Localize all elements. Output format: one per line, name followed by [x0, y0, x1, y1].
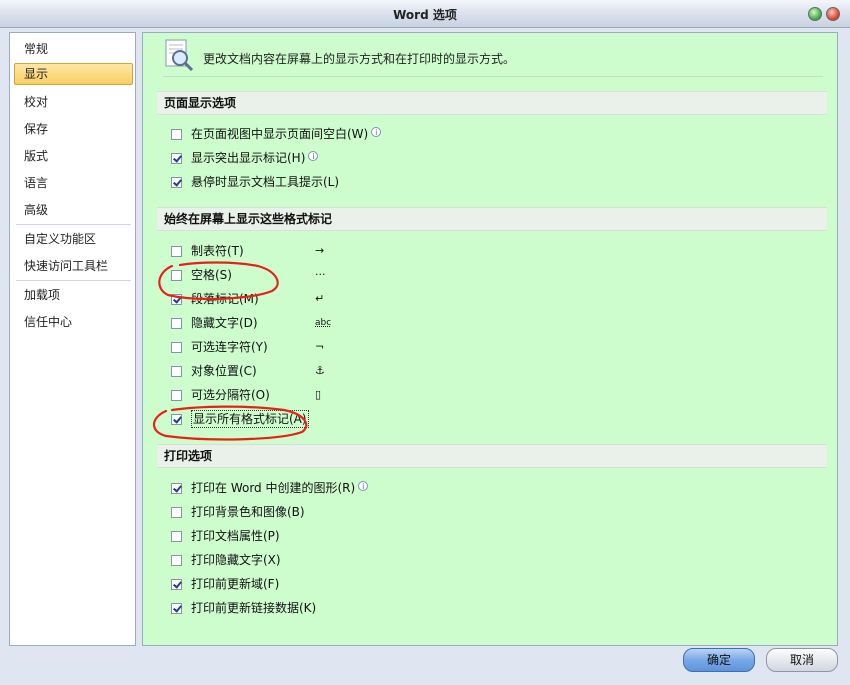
- option-label[interactable]: 空格(S): [191, 266, 232, 284]
- option-label[interactable]: 打印背景色和图像(B): [191, 503, 305, 521]
- option-label[interactable]: 打印文档属性(P): [191, 527, 280, 545]
- header-divider: [163, 76, 823, 77]
- hidden-text-mark-icon: abc: [315, 318, 332, 328]
- checkbox-show-all-marks[interactable]: [171, 414, 182, 425]
- ok-button[interactable]: 确定: [683, 648, 755, 672]
- window-title: Word 选项: [393, 8, 457, 22]
- section-printing: 打印选项: [157, 444, 827, 468]
- option-label[interactable]: 对象位置(C): [191, 362, 257, 380]
- checkbox-document-tooltips[interactable]: [171, 177, 182, 188]
- nav-item-add-ins[interactable]: 加载项: [14, 284, 133, 306]
- checkbox-print-background[interactable]: [171, 507, 182, 518]
- checkbox-print-drawings[interactable]: [171, 483, 182, 494]
- option-label[interactable]: 打印前更新链接数据(K): [191, 599, 316, 617]
- space-mark-icon: ···: [315, 268, 326, 281]
- title-bar: Word 选项: [0, 0, 850, 28]
- nav-item-layout[interactable]: 版式: [14, 145, 133, 167]
- option-label: 显示突出显示标记(H): [191, 151, 306, 165]
- optional-break-icon: ▯: [315, 388, 322, 401]
- cancel-button[interactable]: 取消: [766, 648, 838, 672]
- nav-item-customize-ribbon[interactable]: 自定义功能区: [14, 228, 133, 250]
- nav-item-quick-access-toolbar[interactable]: 快速访问工具栏: [14, 255, 133, 277]
- section-formatting-marks: 始终在屏幕上显示这些格式标记: [157, 207, 827, 231]
- help-button[interactable]: [808, 7, 822, 21]
- nav-item-trust-center[interactable]: 信任中心: [14, 311, 133, 333]
- checkbox-show-whitespace[interactable]: [171, 129, 182, 140]
- checkbox-tab-characters[interactable]: [171, 246, 182, 257]
- nav-item-language[interactable]: 语言: [14, 172, 133, 194]
- option-label[interactable]: 制表符(T): [191, 242, 244, 260]
- checkbox-update-linked-data[interactable]: [171, 603, 182, 614]
- section-page-display: 页面显示选项: [157, 91, 827, 115]
- option-label[interactable]: 悬停时显示文档工具提示(L): [191, 173, 339, 191]
- nav-item-advanced[interactable]: 高级: [14, 199, 133, 221]
- option-label[interactable]: 隐藏文字(D): [191, 314, 258, 332]
- option-label[interactable]: 打印前更新域(F): [191, 575, 279, 593]
- paragraph-mark-icon: ↵: [315, 292, 325, 305]
- checkbox-spaces[interactable]: [171, 270, 182, 281]
- anchor-icon: ⚓: [315, 364, 325, 377]
- document-magnifier-icon: [165, 39, 194, 72]
- option-label[interactable]: 可选分隔符(O): [191, 386, 270, 404]
- option-label: 在页面视图中显示页面间空白(W): [191, 127, 369, 141]
- info-icon: i: [358, 481, 369, 491]
- nav-item-display[interactable]: 显示: [14, 63, 133, 85]
- checkbox-optional-hyphens[interactable]: [171, 342, 182, 353]
- checkbox-paragraph-marks[interactable]: [171, 294, 182, 305]
- option-label[interactable]: 打印隐藏文字(X): [191, 551, 281, 569]
- close-button[interactable]: [826, 7, 840, 21]
- checkbox-print-properties[interactable]: [171, 531, 182, 542]
- checkbox-optional-breaks[interactable]: [171, 390, 182, 401]
- checkbox-print-hidden-text[interactable]: [171, 555, 182, 566]
- nav-item-general[interactable]: 常规: [14, 38, 133, 60]
- nav-item-save[interactable]: 保存: [14, 118, 133, 140]
- nav-divider: [16, 280, 131, 281]
- tab-mark-icon: →: [315, 244, 325, 257]
- option-label[interactable]: 显示所有格式标记(A): [191, 410, 309, 428]
- nav-divider: [16, 224, 131, 225]
- display-options-panel: 更改文档内容在屏幕上的显示方式和在打印时的显示方式。 页面显示选项 在页面视图中…: [142, 32, 838, 646]
- info-icon: i: [371, 127, 382, 137]
- option-label: 打印在 Word 中创建的图形(R): [191, 481, 356, 495]
- info-icon: i: [308, 151, 319, 161]
- options-nav: 常规 显示 校对 保存 版式 语言 高级 自定义功能区 快速访问工具栏 加载项 …: [9, 32, 136, 646]
- nav-item-proofing[interactable]: 校对: [14, 91, 133, 113]
- checkbox-object-anchors[interactable]: [171, 366, 182, 377]
- option-label[interactable]: 可选连字符(Y): [191, 338, 268, 356]
- hyphen-mark-icon: ¬: [315, 340, 325, 353]
- option-label[interactable]: 段落标记(M): [191, 290, 259, 308]
- checkbox-hidden-text[interactable]: [171, 318, 182, 329]
- panel-description: 更改文档内容在屏幕上的显示方式和在打印时的显示方式。: [203, 52, 516, 66]
- checkbox-highlighter-marks[interactable]: [171, 153, 182, 164]
- checkbox-update-fields[interactable]: [171, 579, 182, 590]
